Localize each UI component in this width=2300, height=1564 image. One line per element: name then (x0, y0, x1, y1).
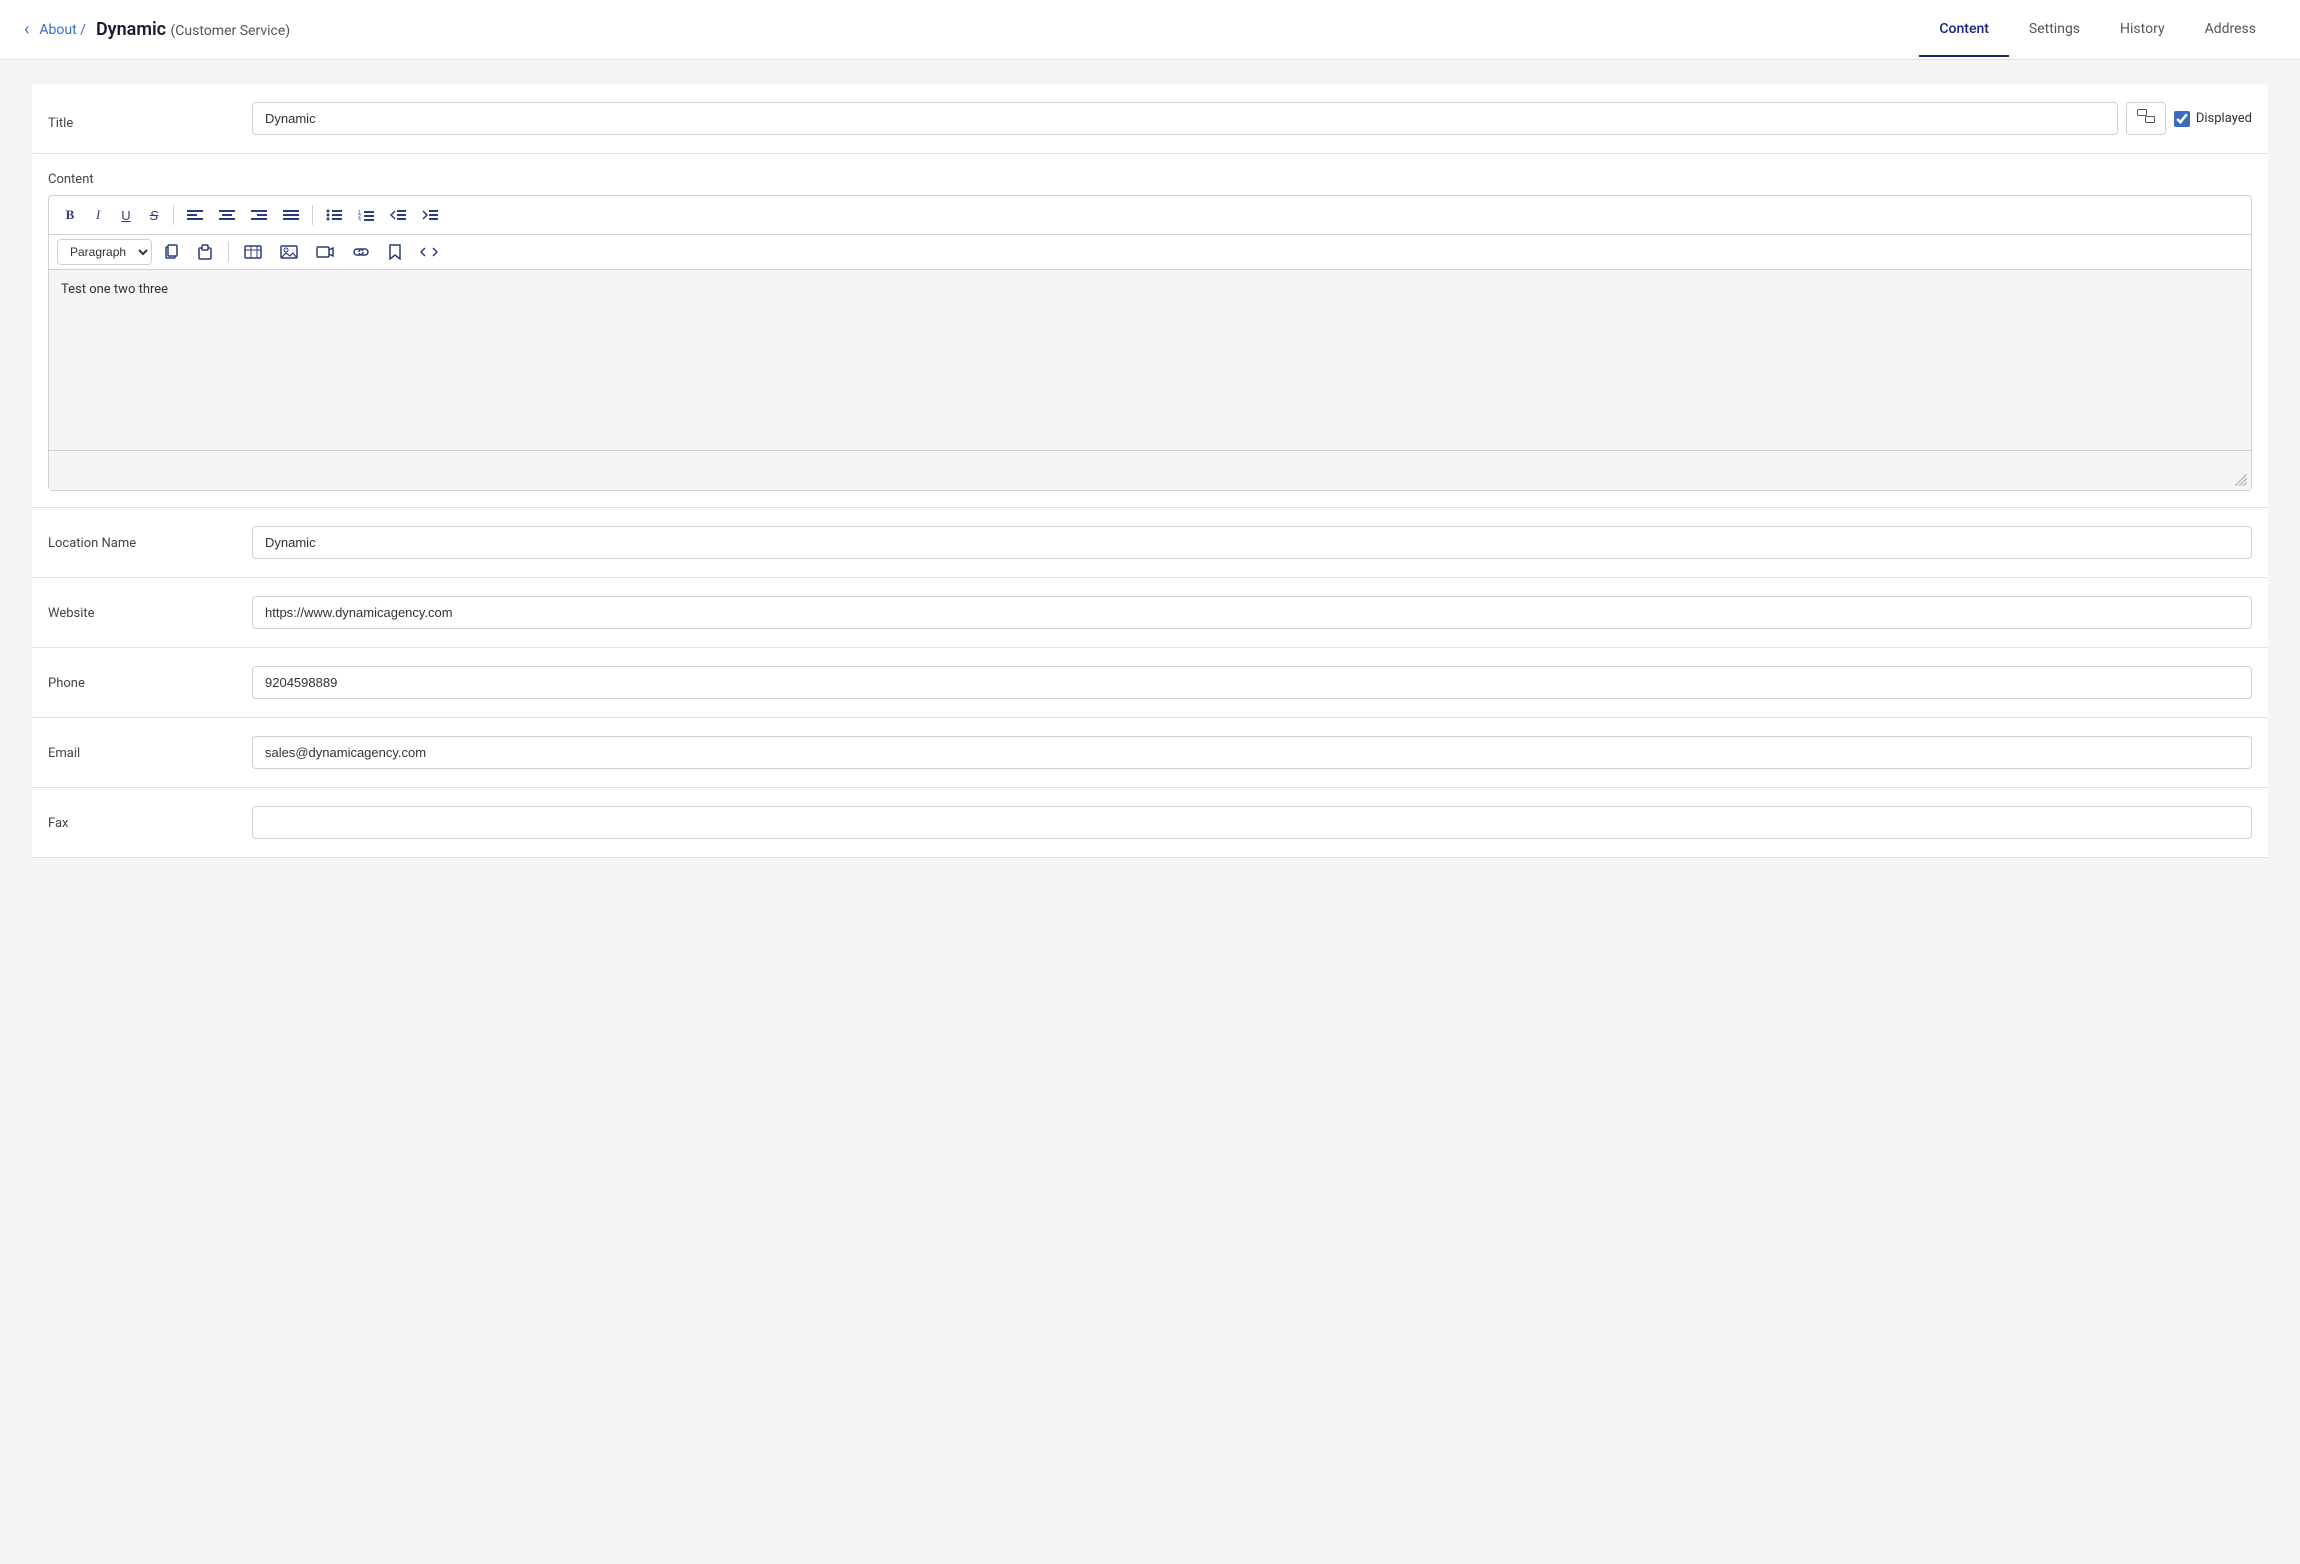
location-name-label: Location Name (32, 526, 252, 551)
breadcrumb-about[interactable]: About / (39, 22, 86, 38)
header: ‹ About / Dynamic (Customer Service) Con… (0, 0, 2300, 60)
indent-less-button[interactable] (383, 202, 413, 228)
form-row-location-name: Location Name (32, 508, 2268, 578)
phone-input[interactable] (252, 666, 2252, 699)
align-center-button[interactable] (212, 202, 242, 228)
location-name-input[interactable] (252, 526, 2252, 559)
email-input[interactable] (252, 736, 2252, 769)
tab-address[interactable]: Address (2185, 3, 2276, 57)
paragraph-select[interactable]: Paragraph Heading 1 Heading 2 Heading 3 (57, 239, 152, 265)
header-left: ‹ About / Dynamic (Customer Service) (24, 19, 290, 40)
strikethrough-button[interactable]: S (141, 202, 167, 228)
indent-more-button[interactable] (415, 202, 445, 228)
content-section: Content B I U S (32, 154, 2268, 508)
content-label: Content (32, 154, 2268, 195)
back-button[interactable]: ‹ (24, 19, 29, 40)
displayed-label: Displayed (2196, 111, 2252, 126)
website-label: Website (32, 596, 252, 621)
toolbar-separator-3 (228, 242, 229, 262)
editor-resize-handle (49, 450, 2251, 490)
underline-button[interactable]: U (113, 202, 139, 228)
align-justify-button[interactable] (276, 202, 306, 228)
code-button[interactable] (413, 239, 445, 265)
video-button[interactable] (309, 239, 341, 265)
title-label: Title (32, 106, 252, 131)
title-input[interactable] (252, 102, 2118, 135)
translate-button[interactable] (2126, 102, 2166, 135)
bookmark-button[interactable] (381, 239, 409, 265)
fax-field (252, 806, 2268, 839)
form-row-phone: Phone (32, 648, 2268, 718)
main-content: Title Displayed Content B I U S (0, 60, 2300, 1564)
page-title: Dynamic (Customer Service) (96, 19, 290, 40)
page-subtitle: (Customer Service) (171, 23, 291, 39)
email-label: Email (32, 736, 252, 761)
paste-button[interactable] (190, 239, 220, 265)
table-button[interactable] (237, 239, 269, 265)
nav-tabs: Content Settings History Address (1919, 3, 2276, 57)
editor-wrap: B I U S (48, 195, 2252, 491)
italic-button[interactable]: I (85, 202, 111, 228)
svg-text:3.: 3. (358, 218, 362, 221)
editor-toolbar-row1: B I U S (49, 196, 2251, 235)
form-fields: Location Name Website Phone Email Fax (32, 508, 2268, 858)
website-field (252, 596, 2268, 629)
website-input[interactable] (252, 596, 2252, 629)
displayed-checkbox[interactable] (2174, 111, 2190, 127)
tab-content[interactable]: Content (1919, 3, 2009, 57)
editor-toolbar-row2: Paragraph Heading 1 Heading 2 Heading 3 (49, 235, 2251, 270)
tab-settings[interactable]: Settings (2009, 3, 2100, 57)
phone-field (252, 666, 2268, 699)
toolbar-separator-2 (312, 205, 313, 225)
align-right-button[interactable] (244, 202, 274, 228)
form-row-fax: Fax (32, 788, 2268, 858)
image-button[interactable] (273, 239, 305, 265)
title-input-wrap: Displayed (252, 102, 2268, 135)
form-row-email: Email (32, 718, 2268, 788)
link-button[interactable] (345, 239, 377, 265)
phone-label: Phone (32, 666, 252, 691)
unordered-list-button[interactable] (319, 202, 349, 228)
email-field (252, 736, 2268, 769)
displayed-wrap: Displayed (2174, 111, 2252, 127)
align-left-button[interactable] (180, 202, 210, 228)
title-row: Title Displayed (32, 84, 2268, 154)
bold-button[interactable]: B (57, 202, 83, 228)
form-row-website: Website (32, 578, 2268, 648)
editor-body[interactable]: Test one two three (49, 270, 2251, 450)
fax-input[interactable] (252, 806, 2252, 839)
location-name-field (252, 526, 2268, 559)
toolbar-separator-1 (173, 205, 174, 225)
copy-button[interactable] (156, 239, 186, 265)
fax-label: Fax (32, 806, 252, 831)
tab-history[interactable]: History (2100, 3, 2185, 57)
ordered-list-button[interactable]: 1.2.3. (351, 202, 381, 228)
